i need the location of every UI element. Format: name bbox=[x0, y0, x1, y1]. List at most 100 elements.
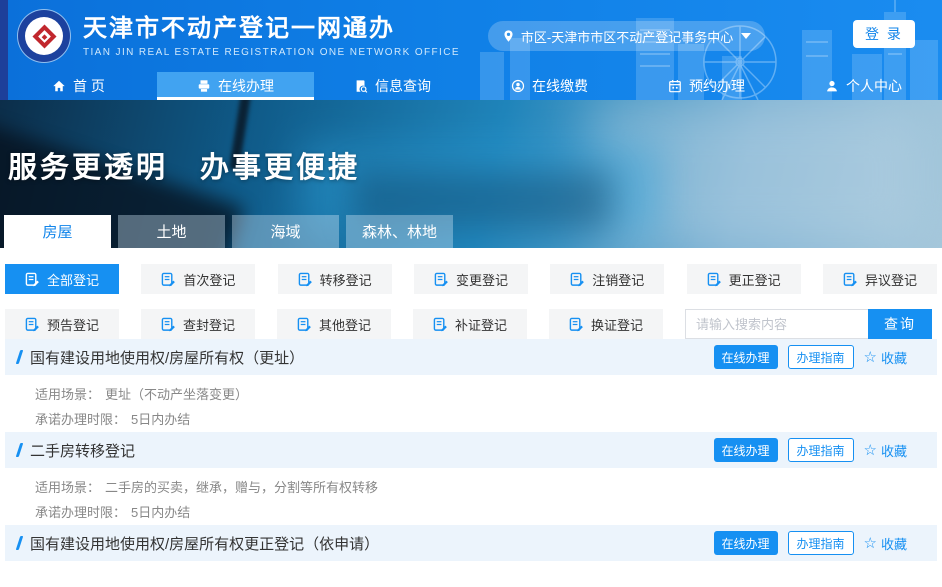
nav-item-online-service[interactable]: 在线办理 bbox=[157, 72, 314, 100]
hero-photo-highlight bbox=[592, 105, 922, 245]
search-input[interactable] bbox=[685, 309, 868, 339]
document-edit-icon bbox=[161, 317, 176, 332]
document-edit-icon bbox=[434, 272, 449, 287]
nav-item-label: 首 页 bbox=[73, 76, 105, 96]
calendar-icon bbox=[668, 79, 682, 93]
home-icon bbox=[52, 79, 66, 93]
document-edit-icon bbox=[25, 272, 40, 287]
search-button[interactable]: 查询 bbox=[868, 309, 932, 339]
item-marker bbox=[16, 443, 24, 457]
tab-forest[interactable]: 森林、林地 bbox=[346, 215, 453, 248]
time-limit-line: 承诺办理时限：5日内办结 bbox=[35, 407, 937, 432]
scene-line: 适用场景：二手房的买卖，继承，赠与，分割等所有权转移 bbox=[35, 475, 937, 500]
document-edit-icon bbox=[569, 317, 584, 332]
nav-item-label: 在线办理 bbox=[218, 76, 274, 96]
content: 全部登记 首次登记 转移登记 变更登记 注销登记 更正登记 bbox=[0, 248, 942, 561]
hero-banner: 服务更透明 办事更便捷 房屋 土地 海域 森林、林地 bbox=[0, 100, 942, 248]
nav-item-online-payment[interactable]: 在线缴费 bbox=[471, 72, 628, 100]
tab-sea-area[interactable]: 海域 bbox=[232, 215, 339, 248]
site-logo bbox=[18, 10, 70, 62]
service-item-header: 二手房转移登记 在线办理 办理指南 ☆ 收藏 bbox=[5, 432, 937, 468]
nav-item-label: 预约办理 bbox=[689, 76, 745, 96]
favorite-button[interactable]: ☆ 收藏 bbox=[864, 441, 907, 460]
file-search-icon bbox=[354, 79, 368, 93]
document-edit-icon bbox=[298, 272, 313, 287]
guide-button[interactable]: 办理指南 bbox=[788, 345, 854, 369]
document-edit-icon bbox=[570, 272, 585, 287]
filter-seizure-registration[interactable]: 查封登记 bbox=[141, 309, 255, 339]
filter-first-registration[interactable]: 首次登记 bbox=[141, 264, 255, 294]
title-block: 天津市不动产登记一网通办 TIAN JIN REAL ESTATE REGIST… bbox=[83, 15, 460, 58]
favorite-button[interactable]: ☆ 收藏 bbox=[864, 348, 907, 367]
user-icon bbox=[825, 79, 839, 93]
main-nav: 首 页 在线办理 信息查询 bbox=[0, 72, 942, 100]
filter-transfer-registration[interactable]: 转移登记 bbox=[278, 264, 392, 294]
service-item-actions: 在线办理 办理指南 ☆ 收藏 bbox=[714, 345, 908, 369]
search-group: 查询 bbox=[685, 309, 932, 339]
left-edge-strip bbox=[0, 0, 8, 100]
logo-inner-ring bbox=[25, 17, 63, 55]
online-handle-button[interactable]: 在线办理 bbox=[714, 531, 778, 555]
time-limit-line: 承诺办理时限：5日内办结 bbox=[35, 500, 937, 525]
filter-change-registration[interactable]: 变更登记 bbox=[414, 264, 528, 294]
nav-item-home[interactable]: 首 页 bbox=[0, 72, 157, 100]
service-item-actions: 在线办理 办理指南 ☆ 收藏 bbox=[714, 531, 908, 555]
nav-item-label: 信息查询 bbox=[375, 76, 431, 96]
district-selector-label: 市区-天津市市区不动产登记事务中心 bbox=[521, 27, 733, 46]
document-edit-icon bbox=[707, 272, 722, 287]
page: 天津市不动产登记一网通办 TIAN JIN REAL ESTATE REGIST… bbox=[0, 0, 942, 587]
star-icon: ☆ bbox=[864, 350, 877, 365]
nav-item-info-query[interactable]: 信息查询 bbox=[314, 72, 471, 100]
service-item-title: 国有建设用地使用权/房屋所有权（更址） bbox=[30, 347, 304, 368]
item-marker bbox=[16, 536, 24, 550]
online-handle-button[interactable]: 在线办理 bbox=[714, 438, 778, 462]
payment-icon bbox=[511, 79, 525, 93]
site-title: 天津市不动产登记一网通办 bbox=[83, 15, 460, 43]
chevron-down-icon bbox=[741, 33, 751, 39]
item-marker bbox=[16, 350, 24, 364]
nav-item-user-center[interactable]: 个人中心 bbox=[785, 72, 942, 100]
hero-slogan: 服务更透明 办事更便捷 bbox=[8, 144, 360, 186]
filter-other-registration[interactable]: 其他登记 bbox=[277, 309, 391, 339]
site-subtitle: TIAN JIN REAL ESTATE REGISTRATION ONE NE… bbox=[83, 47, 460, 58]
tab-house[interactable]: 房屋 bbox=[4, 215, 111, 248]
category-tabs: 房屋 土地 海域 森林、林地 bbox=[4, 215, 453, 248]
filter-all-registration[interactable]: 全部登记 bbox=[5, 264, 119, 294]
online-handle-button[interactable]: 在线办理 bbox=[714, 345, 778, 369]
login-button[interactable]: 登 录 bbox=[853, 20, 915, 48]
nav-item-label: 个人中心 bbox=[846, 76, 902, 96]
service-item: 国有建设用地使用权/房屋所有权（更址） 在线办理 办理指南 ☆ 收藏 适用场景：… bbox=[5, 339, 937, 432]
document-edit-icon bbox=[843, 272, 858, 287]
service-item-details: 适用场景：二手房的买卖，继承，赠与，分割等所有权转移 承诺办理时限：5日内办结 bbox=[5, 468, 937, 525]
filter-row-2: 预告登记 查封登记 其他登记 补证登记 换证登记 查询 bbox=[5, 309, 937, 339]
location-pin-icon bbox=[502, 29, 515, 43]
online-service-icon bbox=[197, 79, 211, 93]
filter-objection-registration[interactable]: 异议登记 bbox=[823, 264, 937, 294]
service-item-details: 适用场景：更址（不动产坐落变更） 承诺办理时限：5日内办结 bbox=[5, 375, 937, 432]
document-edit-icon bbox=[161, 272, 176, 287]
star-icon: ☆ bbox=[864, 443, 877, 458]
filter-advance-notice-registration[interactable]: 预告登记 bbox=[5, 309, 119, 339]
document-edit-icon bbox=[25, 317, 40, 332]
service-item: 二手房转移登记 在线办理 办理指南 ☆ 收藏 适用场景：二手房的买卖，继承，赠与… bbox=[5, 432, 937, 525]
service-item-actions: 在线办理 办理指南 ☆ 收藏 bbox=[714, 438, 908, 462]
filter-cancel-registration[interactable]: 注销登记 bbox=[550, 264, 664, 294]
nav-item-label: 在线缴费 bbox=[532, 76, 588, 96]
service-item-title: 国有建设用地使用权/房屋所有权更正登记（依申请） bbox=[30, 533, 379, 554]
document-edit-icon bbox=[297, 317, 312, 332]
district-selector[interactable]: 市区-天津市市区不动产登记事务中心 bbox=[488, 21, 765, 51]
service-item-title: 二手房转移登记 bbox=[30, 440, 135, 461]
filter-reissue-registration[interactable]: 补证登记 bbox=[413, 309, 527, 339]
nav-item-appointment[interactable]: 预约办理 bbox=[628, 72, 785, 100]
guide-button[interactable]: 办理指南 bbox=[788, 438, 854, 462]
filter-replacement-registration[interactable]: 换证登记 bbox=[549, 309, 663, 339]
header: 天津市不动产登记一网通办 TIAN JIN REAL ESTATE REGIST… bbox=[0, 0, 942, 100]
service-item-header: 国有建设用地使用权/房屋所有权更正登记（依申请） 在线办理 办理指南 ☆ 收藏 bbox=[5, 525, 937, 561]
tab-land[interactable]: 土地 bbox=[118, 215, 225, 248]
guide-button[interactable]: 办理指南 bbox=[788, 531, 854, 555]
header-row: 天津市不动产登记一网通办 TIAN JIN REAL ESTATE REGIST… bbox=[0, 0, 942, 72]
scene-line: 适用场景：更址（不动产坐落变更） bbox=[35, 382, 937, 407]
filter-correction-registration[interactable]: 更正登记 bbox=[687, 264, 801, 294]
favorite-button[interactable]: ☆ 收藏 bbox=[864, 534, 907, 553]
document-edit-icon bbox=[433, 317, 448, 332]
